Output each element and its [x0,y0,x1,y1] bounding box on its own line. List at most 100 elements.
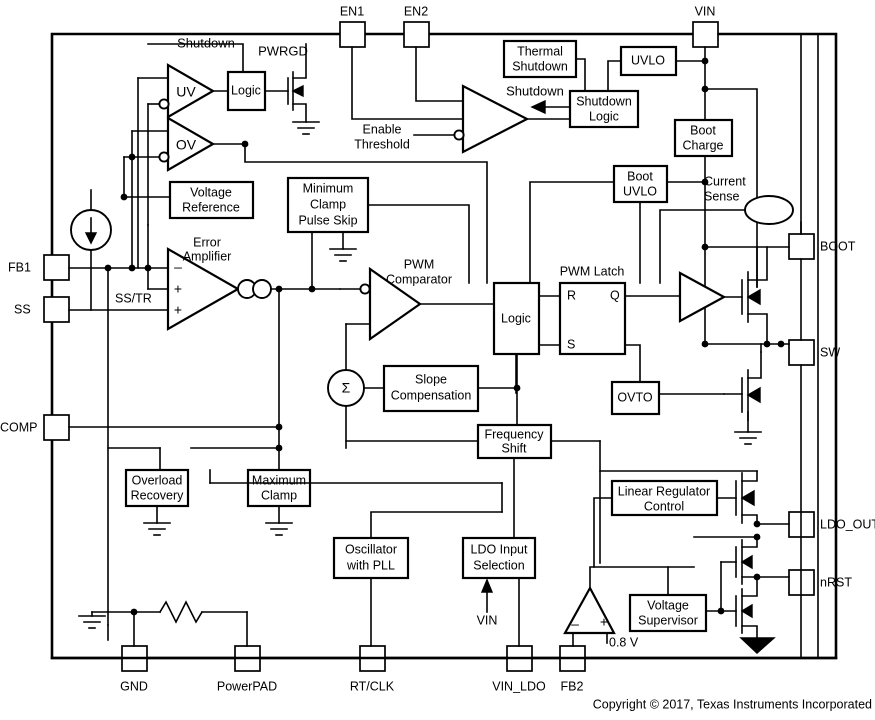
slope-comp-line2: Compensation [391,388,472,402]
pin-vin-ldo[interactable]: VIN_LDO [492,645,546,693]
pin-rt-clk-label: RT/CLK [350,679,395,693]
boot-charge-line2: Charge [683,138,724,152]
pin-ldo-out-label: LDO_OUT [820,517,875,531]
block-pwrgd-logic: Logic [226,70,267,112]
gnd-powerpad-network [78,600,248,647]
high-side-fet [704,221,802,348]
ldo-input-line2: Selection [473,558,524,572]
current-sense: Current Sense [659,174,794,284]
uvlo-label: UVLO [631,53,665,67]
pin-fb1[interactable]: FB1 [8,254,70,281]
thermal-shutdown-line1: Thermal [517,44,563,58]
voltage-supervisor-line1: Voltage [647,598,689,612]
error-amp-output-nodes [237,279,341,299]
error-amp-line1: Error [193,235,221,249]
uv-comparator: UV [158,63,216,119]
enable-threshold-line1: Enable [363,122,402,136]
fb2-comp-minus: – [571,616,579,632]
ov-comparator: OV [158,116,216,172]
voltage-supervisor-line2: Supervisor [638,613,698,627]
linear-regulator-line1: Linear Regulator [618,484,710,498]
slope-summer: Σ [327,369,385,449]
shutdown-top-label: Shutdown [177,35,235,50]
voltage-reference-line2: Reference [182,200,240,214]
latch-r-label: R [567,288,576,302]
pin-comp[interactable]: COMP [0,414,70,441]
pin-en2[interactable]: EN2 [403,4,430,48]
wires-error-amp [68,224,169,626]
boot-charge-line1: Boot [690,123,716,137]
latch-q-label: Q [610,288,620,302]
pin-comp-label: COMP [0,420,38,434]
vin-arrow-label: VIN [477,613,498,627]
thermal-shutdown-line2: Shutdown [512,59,568,73]
nrst-output-stage [693,536,790,654]
high-side-driver [678,271,743,323]
copyright-text: Copyright © 2017, Texas Instruments Inco… [593,697,872,711]
block-voltage-supervisor: Voltage Supervisor [628,566,722,633]
pwm-logic-label: Logic [501,311,531,325]
error-amplifier: – + + Error Amplifier [166,235,241,331]
frequency-shift-line2: Shift [501,441,527,455]
fb2-comp-plus: + [600,614,608,630]
error-amp-minus: – [174,259,182,275]
boot-uvlo-line1: Boot [627,169,653,183]
oscillator-line2: with PLL [346,558,395,572]
pin-ss-label: SS [14,302,31,316]
pin-ldo-out[interactable]: LDO_OUT [788,511,875,538]
pin-powerpad-label: PowerPAD [217,679,277,693]
uv-comparator-label: UV [176,84,196,100]
pin-sw[interactable]: SW [788,339,840,366]
linear-regulator-line2: Control [644,499,684,513]
pin-fb2-label: FB2 [561,679,584,693]
minimum-clamp-line2: Clamp [310,197,346,211]
block-slope-compensation: Slope Compensation [382,349,521,426]
block-maximum-clamp: Maximum Clamp [246,468,312,536]
pin-vin[interactable]: VIN [692,4,719,48]
pin-en1[interactable]: EN1 [339,4,366,48]
pin-gnd[interactable]: GND [120,645,148,693]
maximum-clamp-line2: Clamp [261,488,297,502]
pwrgd-label: PWRGD [258,43,308,58]
pin-ss[interactable]: SS [14,296,70,323]
overload-recovery-line1: Overload [132,473,183,487]
pin-powerpad[interactable]: PowerPAD [217,645,277,693]
block-diagram-canvas: EN1 EN2 VIN FB1 SS COMP BOOT SW LDO_OUT … [0,4,875,711]
ovto-label: OVTO [617,390,652,404]
block-shutdown-logic: Shutdown Logic [568,89,640,129]
pwm-comparator-line1: PWM [404,257,435,271]
low-side-fet [723,343,762,445]
pwrgd-logic-label: Logic [231,83,261,97]
pin-gnd-label: GND [120,679,148,693]
block-linear-regulator: Linear Regulator Control [593,479,737,568]
voltage-reference-line1: Voltage [190,185,232,199]
enable-threshold-line2: Threshold [354,137,410,151]
current-sense-line2: Sense [704,189,739,203]
ss-current-source [70,189,112,311]
functional-block-diagram: EN1 EN2 VIN FB1 SS COMP BOOT SW LDO_OUT … [0,0,875,720]
frequency-shift-line1: Frequency [484,427,544,441]
pin-vin-label: VIN [695,4,716,18]
pwm-latch-title: PWM Latch [560,264,625,278]
overload-recovery-line2: Recovery [131,488,185,502]
pin-rt-clk[interactable]: RT/CLK [350,645,395,693]
pin-en1-label: EN1 [340,4,364,18]
pin-en2-label: EN2 [404,4,428,18]
pin-boot-label: BOOT [820,239,856,253]
pin-boot[interactable]: BOOT [788,233,856,260]
ref-08v-label: 0.8 V [609,635,639,649]
oscillator-line1: Oscillator [345,542,397,556]
ss-tr-label: SS/TR [115,291,152,305]
block-boot-charge: Boot Charge [673,118,734,158]
pin-nrst[interactable]: nRST [788,569,852,596]
error-amp-plus-2: + [174,302,182,318]
slope-comp-line1: Slope [415,372,447,386]
current-sense-line1: Current [704,174,746,188]
block-pwm-logic: Logic [492,281,561,394]
pin-vin-ldo-label: VIN_LDO [492,679,546,693]
pin-fb2[interactable]: FB2 [559,645,586,693]
block-ovto: OVTO [610,380,661,416]
pin-nrst-label: nRST [820,575,852,589]
maximum-clamp-line1: Maximum [252,473,306,487]
boot-uvlo-line2: UVLO [623,184,657,198]
